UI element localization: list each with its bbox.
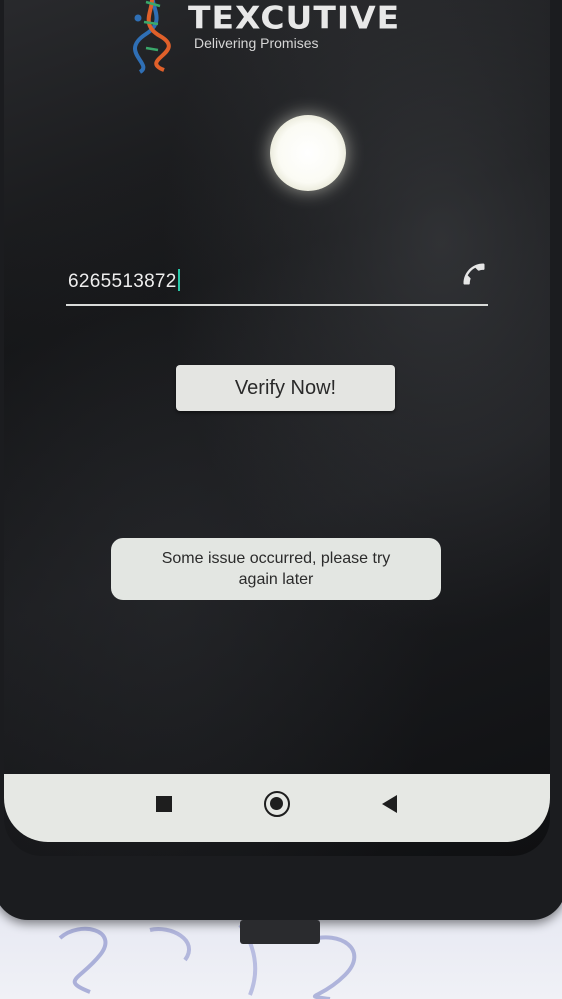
back-triangle-icon[interactable] [382, 795, 397, 813]
verify-now-button[interactable]: Verify Now! [176, 365, 395, 411]
toast-line-2: again later [238, 571, 314, 588]
text-caret [177, 269, 180, 291]
toast-line-1: Some issue occurred, please try [161, 550, 391, 567]
screen-glare [270, 115, 346, 191]
brand-subtitle: Delivering Promises [194, 35, 319, 51]
recents-square-icon[interactable] [156, 796, 172, 812]
phone-number-value: 6265513872 [68, 271, 177, 292]
phone-icon [463, 263, 485, 285]
home-circle-icon[interactable] [264, 791, 290, 817]
brand-title: TEXCUTIVE [188, 0, 401, 37]
input-underline [66, 304, 488, 306]
phone-body: TEXCUTIVE Delivering Promises 6265513872… [0, 0, 562, 920]
app-screen: TEXCUTIVE Delivering Promises 6265513872… [4, 0, 550, 856]
phone-number-field[interactable]: 6265513872 [66, 256, 488, 308]
brand-logo: TEXCUTIVE Delivering Promises [124, 0, 454, 76]
phone-stand-clip [240, 920, 320, 944]
phone-number-input[interactable]: 6265513872 [68, 269, 180, 293]
error-toast: Some issue occurred, please try again la… [111, 538, 441, 600]
system-navigation-bar [4, 774, 550, 842]
dna-logo-icon [133, 0, 171, 74]
